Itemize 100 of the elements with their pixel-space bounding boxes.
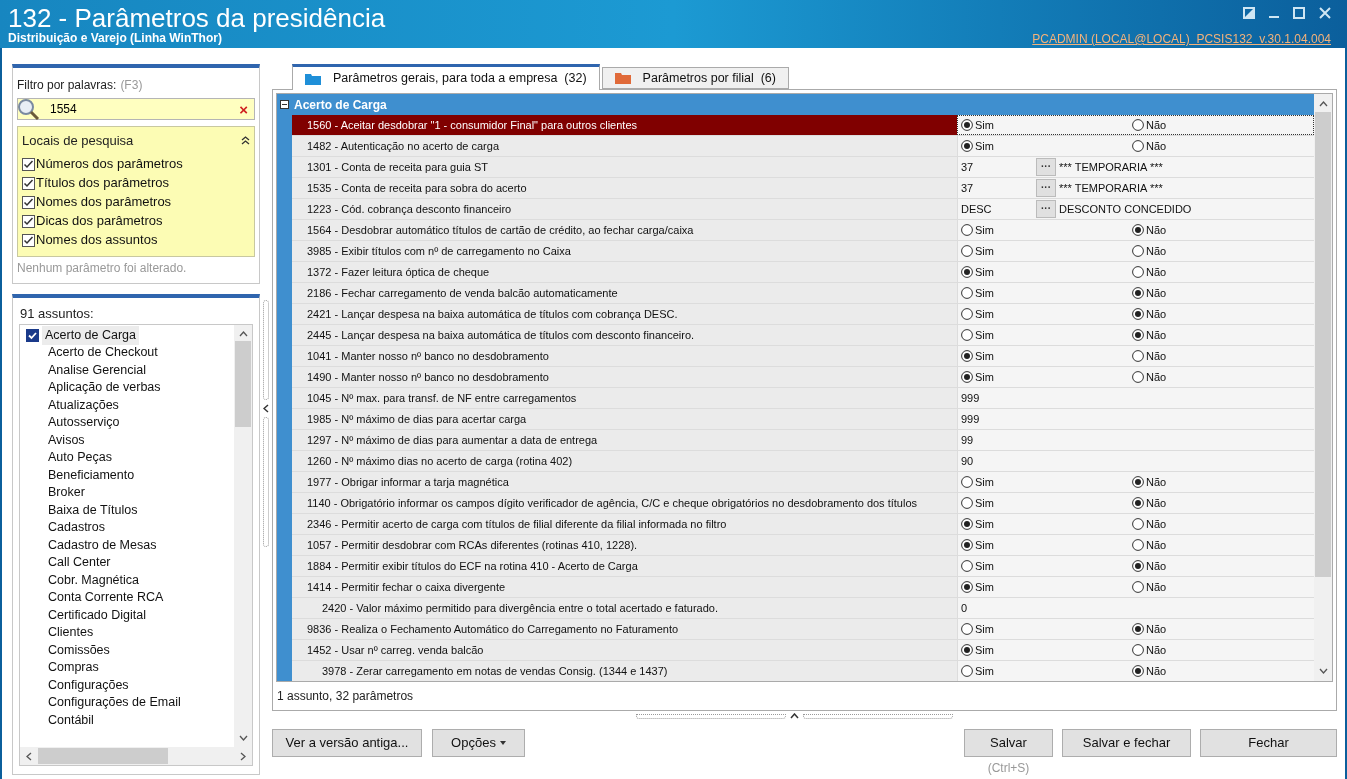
subject-item[interactable]: Call Center — [45, 553, 114, 573]
parameter-label[interactable]: 1985 - Nº máximo de dias para acertar carga — [292, 409, 957, 429]
browse-button[interactable]: ··· — [1036, 179, 1056, 197]
parameter-label[interactable]: 2346 - Permitir acerto de carga com títulos de filial diferente da filial informada no filtro — [292, 514, 957, 534]
subject-item[interactable]: Conta Corrente RCA — [45, 588, 167, 608]
subject-item[interactable]: Avisos — [45, 430, 88, 450]
radio-button[interactable]: Não — [1132, 662, 1314, 680]
radio-button[interactable]: Sim — [961, 494, 1132, 512]
push-button[interactable]: Salvar — [964, 729, 1053, 757]
menu-button[interactable]: Opções — [432, 729, 525, 757]
radio-button[interactable]: Sim — [961, 221, 1132, 239]
clear-button[interactable]: × — [239, 101, 248, 117]
push-button[interactable]: Salvar e fechar — [1062, 729, 1191, 757]
radio-button[interactable]: Sim — [961, 515, 1132, 533]
subject-item[interactable]: Cadastros — [45, 518, 108, 538]
radio-button[interactable]: Não — [1132, 494, 1314, 512]
radio-button[interactable]: Não — [1132, 515, 1314, 533]
radio-button[interactable]: Sim — [961, 242, 1132, 260]
tab[interactable]: Parâmetros por filial (6) — [601, 67, 789, 89]
parameter-label[interactable]: 1535 - Conta de receita para sobra do acerto — [292, 178, 957, 198]
radio-button[interactable]: Sim — [961, 557, 1132, 575]
radio-button[interactable]: Não — [1132, 284, 1314, 302]
radio-button[interactable]: Não — [1132, 620, 1314, 638]
parameter-label[interactable]: 1260 - Nº máximo dias no acerto de carga (rotina 402) — [292, 451, 957, 471]
subject-item[interactable]: Auto Peças — [45, 448, 115, 468]
subject-item[interactable]: Contábil — [45, 710, 97, 730]
parameter-label[interactable]: 1560 - Aceitar desdobrar "1 - consumidor Final" para outros clientes — [292, 115, 957, 135]
radio-button[interactable]: Não — [1132, 368, 1314, 386]
scrollbar[interactable] — [1314, 94, 1332, 681]
radio-button[interactable]: Não — [1132, 221, 1314, 239]
parameter-label[interactable]: 1482 - Autenticação no acerto de carga — [292, 136, 957, 156]
radio-button[interactable]: Sim — [961, 137, 1132, 155]
radio-button[interactable]: Sim — [961, 305, 1132, 323]
parameter-label[interactable]: 1140 - Obrigatório informar os campos dígito verificador de agência, C/C e cheque obrigatórios no desdobramento dos títulos — [292, 493, 957, 513]
parameter-label[interactable]: 2421 - Lançar despesa na baixa automática de títulos com cobrança DESC. — [292, 304, 957, 324]
radio-button[interactable]: Sim — [961, 473, 1132, 491]
subject-item[interactable]: Comissões — [45, 640, 113, 660]
browse-button[interactable]: ··· — [1036, 200, 1056, 218]
radio-button[interactable]: Não — [1132, 326, 1314, 344]
subject-item[interactable]: Compras — [45, 658, 102, 678]
subject-item[interactable]: Aplicação de verbas — [45, 378, 164, 398]
parameter-label[interactable]: 1041 - Manter nosso nº banco no desdobramento — [292, 346, 957, 366]
push-button[interactable]: Fechar — [1200, 729, 1337, 757]
radio-button[interactable]: Não — [1132, 263, 1314, 281]
radio-button[interactable]: Sim — [961, 326, 1132, 344]
subject-item[interactable]: Acerto de Carga — [42, 325, 140, 345]
subject-item[interactable]: Cobr. Magnética — [45, 570, 143, 590]
radio-button[interactable]: Não — [1132, 347, 1314, 365]
radio-button[interactable]: Sim — [961, 536, 1132, 554]
scrollbar[interactable] — [234, 324, 252, 747]
subject-item[interactable]: Autosserviço — [45, 413, 123, 433]
radio-button[interactable]: Sim — [961, 620, 1132, 638]
subject-item[interactable]: Configurações de Email — [45, 693, 184, 713]
search-option-checkbox[interactable]: Números dos parâmetros — [22, 154, 250, 174]
search-option-checkbox[interactable]: Dicas dos parâmetros — [22, 211, 250, 231]
parameter-label[interactable]: 2420 - Valor máximo permitido para divergência entre o total acertado e faturado. — [292, 598, 957, 618]
collapse-icon[interactable] — [241, 136, 250, 146]
subject-item[interactable]: Baixa de Títulos — [45, 500, 141, 520]
parameter-label[interactable]: 1297 - Nº máximo de dias para aumentar a data de entrega — [292, 430, 957, 450]
subject-item[interactable]: Atualizações — [45, 395, 122, 415]
parameter-label[interactable]: 1977 - Obrigar informar a tarja magnética — [292, 472, 957, 492]
parameter-label[interactable]: 1045 - Nº max. para transf. de NF entre carregamentos — [292, 388, 957, 408]
radio-button[interactable]: Sim — [961, 641, 1132, 659]
subject-item[interactable]: Cadastro de Mesas — [45, 535, 160, 555]
scrollbar-thumb[interactable] — [1315, 112, 1331, 577]
parameter-label[interactable]: 1057 - Permitir desdobrar com RCAs diferentes (rotinas 410, 1228). — [292, 535, 957, 555]
radio-button[interactable]: Sim — [961, 578, 1132, 596]
subject-item[interactable]: Acerto de Checkout — [45, 343, 161, 363]
radio-button[interactable]: Não — [1132, 578, 1314, 596]
subject-item[interactable]: Beneficiamento — [45, 465, 138, 485]
radio-button[interactable]: Sim — [961, 284, 1132, 302]
radio-button[interactable]: Não — [1132, 473, 1314, 491]
radio-button[interactable]: Não — [1132, 557, 1314, 575]
radio-button[interactable]: Não — [1132, 305, 1314, 323]
parameter-label[interactable]: 1490 - Manter nosso nº banco no desdobramento — [292, 367, 957, 387]
radio-button[interactable]: Não — [1132, 536, 1314, 554]
scrollbar-thumb[interactable] — [235, 340, 251, 427]
parameter-label[interactable]: 1884 - Permitir exibir títulos do ECF na rotina 410 - Acerto de Carga — [292, 556, 957, 576]
tab[interactable]: Parâmetros gerais, para toda a empresa (32) — [292, 64, 600, 90]
subject-item[interactable]: Analise Gerencial — [45, 360, 149, 380]
radio-button[interactable]: Não — [1132, 641, 1314, 659]
parameter-label[interactable]: 1301 - Conta de receita para guia ST — [292, 157, 957, 177]
radio-button[interactable]: Sim — [961, 263, 1132, 281]
parameter-label[interactable]: 1564 - Desdobrar automático títulos de cartão de crédito, ao fechar carga/caixa — [292, 220, 957, 240]
parameter-label[interactable]: 3985 - Exibir títulos com nº de carregamento no Caixa — [292, 241, 957, 261]
parameter-label[interactable]: 1223 - Cód. cobrança desconto financeiro — [292, 199, 957, 219]
search-field[interactable]: 1554 × — [17, 98, 255, 120]
parameter-label[interactable]: 1452 - Usar nº carreg. venda balcão — [292, 640, 957, 660]
subject-item[interactable]: Configurações — [45, 675, 132, 695]
parameter-label[interactable]: 1414 - Permitir fechar o caixa divergente — [292, 577, 957, 597]
parameter-label[interactable]: 3978 - Zerar carregamento em notas de vendas Consig. (1344 e 1437) — [292, 661, 957, 681]
search-option-checkbox[interactable]: Nomes dos assuntos — [22, 230, 250, 250]
parameter-label[interactable]: 2186 - Fechar carregamento de venda balcão automaticamente — [292, 283, 957, 303]
parameter-label[interactable]: 9836 - Realiza o Fechamento Automático do Carregamento no Faturamento — [292, 619, 957, 639]
subject-item[interactable]: Broker — [45, 483, 88, 503]
radio-button[interactable]: Sim — [961, 116, 1132, 134]
parameter-label[interactable]: 1372 - Fazer leitura óptica de cheque — [292, 262, 957, 282]
search-option-checkbox[interactable]: Nomes dos parâmetros — [22, 192, 250, 212]
push-button[interactable]: Ver a versão antiga... — [272, 729, 422, 757]
radio-button[interactable]: Sim — [961, 347, 1132, 365]
